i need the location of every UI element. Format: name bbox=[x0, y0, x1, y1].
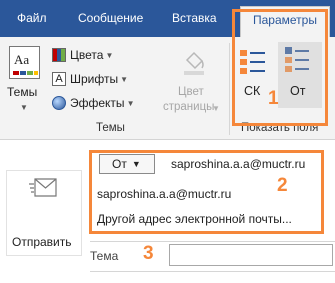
send-envelope-icon bbox=[29, 178, 57, 197]
tab-file[interactable]: Файл bbox=[17, 11, 47, 25]
send-button-label: Отправить bbox=[12, 235, 72, 249]
colors-button[interactable]: Цвета ▼ bbox=[52, 45, 113, 65]
annotation-number-1: 1 bbox=[268, 88, 279, 109]
header-divider bbox=[90, 241, 335, 242]
highlight-box-2 bbox=[89, 150, 324, 234]
subject-label: Тема bbox=[90, 249, 119, 263]
paint-bucket-icon bbox=[184, 51, 204, 75]
effects-button[interactable]: Эффекты ▼ bbox=[52, 93, 134, 113]
colors-icon bbox=[52, 48, 66, 62]
fonts-dropdown-icon: ▼ bbox=[120, 74, 129, 84]
page-color-dropdown-icon[interactable]: ▼ bbox=[212, 104, 220, 113]
subject-divider bbox=[90, 271, 335, 272]
themes-button-label[interactable]: Темы bbox=[7, 85, 37, 99]
group-separator bbox=[229, 43, 230, 135]
fonts-icon: A bbox=[52, 72, 66, 86]
themes-dropdown-icon[interactable]: ▼ bbox=[20, 103, 28, 112]
colors-dropdown-icon: ▼ bbox=[105, 50, 114, 60]
themes-group-label: Темы bbox=[96, 122, 125, 134]
fonts-button[interactable]: A Шрифты ▼ bbox=[52, 69, 128, 89]
effects-dropdown-icon: ▼ bbox=[126, 98, 135, 108]
subject-input[interactable] bbox=[169, 244, 333, 266]
highlight-box-1 bbox=[232, 9, 328, 126]
tab-insert[interactable]: Вставка bbox=[172, 11, 217, 25]
effects-icon bbox=[52, 96, 66, 110]
themes-icon[interactable]: Aa bbox=[9, 46, 40, 79]
tab-message[interactable]: Сообщение bbox=[78, 11, 143, 25]
page-color-label-1[interactable]: Цвет bbox=[178, 86, 204, 98]
page-color-label-2[interactable]: страницы bbox=[163, 101, 214, 113]
annotation-number-2: 2 bbox=[277, 175, 288, 196]
annotation-number-3: 3 bbox=[143, 243, 154, 264]
